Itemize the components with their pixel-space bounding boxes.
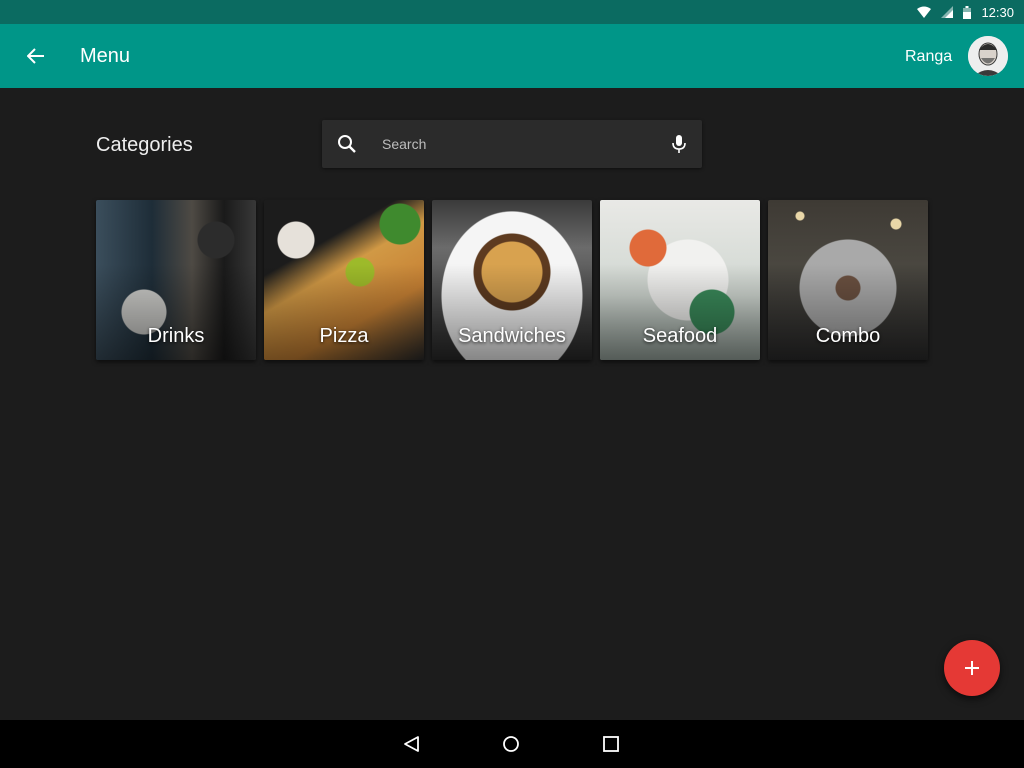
system-nav-bar [0, 720, 1024, 768]
plus-icon [965, 661, 979, 675]
category-card-pizza[interactable]: Pizza [264, 200, 424, 360]
back-triangle-icon[interactable] [399, 732, 423, 756]
category-card-drinks[interactable]: Drinks [96, 200, 256, 360]
user-avatar-icon [968, 36, 1008, 76]
search-bar[interactable] [322, 120, 702, 168]
add-button[interactable] [944, 640, 1000, 696]
mic-icon[interactable] [668, 133, 690, 155]
category-label: Sandwiches [458, 325, 566, 347]
category-label: Combo [815, 325, 881, 347]
category-label: Drinks [147, 325, 205, 347]
battery-icon [963, 5, 972, 19]
search-input[interactable] [382, 132, 662, 156]
search-icon[interactable] [336, 133, 358, 155]
category-label: Seafood [642, 325, 718, 347]
category-card-seafood[interactable]: Seafood [600, 200, 760, 360]
back-button[interactable] [20, 40, 52, 72]
category-card-combo[interactable]: Combo [768, 200, 928, 360]
page-title: Menu [80, 45, 131, 67]
category-list: Drinks Pizza Sandwiches Seafood Combo [96, 200, 936, 360]
app-bar: Menu Ranga [0, 24, 1024, 88]
main-content: Categories Drinks Pizza Sandwiches Seafo… [0, 88, 1024, 720]
category-label: Pizza [319, 325, 369, 347]
section-title: Categories [96, 134, 193, 156]
home-circle-icon[interactable] [499, 732, 523, 756]
category-card-sandwiches[interactable]: Sandwiches [432, 200, 592, 360]
arrow-back-icon [27, 48, 44, 64]
status-time: 12:30 [981, 4, 1014, 20]
recents-square-icon[interactable] [599, 732, 623, 756]
status-bar: 12:30 [0, 0, 1024, 24]
avatar[interactable] [968, 36, 1008, 76]
user-name[interactable]: Ranga [905, 47, 952, 67]
signal-icon [941, 6, 954, 18]
wifi-icon [917, 6, 932, 18]
